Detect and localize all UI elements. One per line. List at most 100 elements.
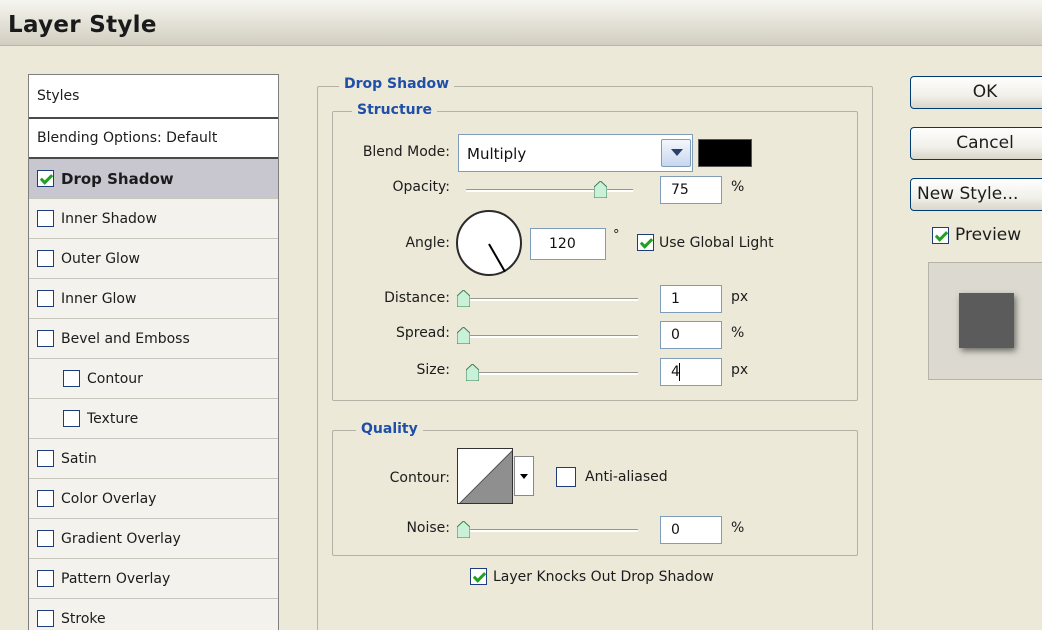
style-item-label: Satin: [61, 450, 97, 467]
style-item-label: Outer Glow: [61, 250, 140, 267]
title-bar: Layer Style: [0, 0, 1042, 46]
distance-slider-track[interactable]: [460, 298, 638, 301]
shadow-color-swatch[interactable]: [698, 139, 752, 167]
opacity-slider-track[interactable]: [466, 189, 633, 192]
style-item-label: Color Overlay: [61, 490, 157, 507]
opacity-input[interactable]: 75: [660, 176, 722, 204]
styles-header-label: Styles: [37, 88, 80, 104]
anti-aliased-label: Anti-aliased: [585, 469, 668, 485]
size-input[interactable]: 4: [660, 358, 722, 386]
style-item-checkbox[interactable]: [37, 170, 54, 187]
style-item-label: Stroke: [61, 610, 106, 627]
blend-mode-label: Blend Mode:: [362, 144, 450, 160]
style-item-pattern-overlay[interactable]: Pattern Overlay: [29, 559, 278, 599]
style-item-label: Gradient Overlay: [61, 530, 181, 547]
style-item-color-overlay[interactable]: Color Overlay: [29, 479, 278, 519]
blending-options-label: Blending Options: Default: [37, 130, 218, 146]
noise-unit: %: [731, 520, 745, 536]
distance-input[interactable]: 1: [660, 285, 722, 313]
use-global-light-toggle[interactable]: Use Global Light: [637, 234, 774, 251]
preview-swatch: [959, 293, 1014, 348]
style-item-texture[interactable]: Texture: [29, 399, 278, 439]
contour-dropdown-button[interactable]: [514, 456, 534, 496]
angle-input[interactable]: 120: [530, 228, 606, 260]
style-item-bevel-and-emboss[interactable]: Bevel and Emboss: [29, 319, 278, 359]
style-item-inner-glow[interactable]: Inner Glow: [29, 279, 278, 319]
style-preview-area: [928, 262, 1042, 380]
noise-input[interactable]: 0: [660, 516, 722, 544]
cancel-button[interactable]: Cancel: [910, 127, 1042, 160]
knockout-checkbox[interactable]: [470, 568, 487, 585]
preview-label: Preview: [955, 225, 1022, 245]
style-item-label: Pattern Overlay: [61, 570, 171, 587]
structure-title: Structure: [352, 102, 438, 118]
text-caret: [679, 363, 680, 381]
style-item-checkbox[interactable]: [37, 330, 54, 347]
style-item-checkbox[interactable]: [37, 610, 54, 627]
style-item-label: Drop Shadow: [61, 169, 174, 188]
opacity-value: 75: [671, 182, 689, 198]
spread-label: Spread:: [395, 325, 450, 341]
contour-label: Contour:: [389, 470, 450, 486]
anti-aliased-toggle[interactable]: Anti-aliased: [556, 467, 668, 487]
style-item-drop-shadow[interactable]: Drop Shadow: [29, 159, 278, 199]
angle-unit: °: [613, 228, 620, 243]
blend-mode-value: Multiply: [467, 145, 527, 163]
size-slider-track[interactable]: [466, 372, 638, 375]
size-unit: px: [731, 362, 749, 378]
quality-group: [332, 430, 858, 556]
blend-mode-select[interactable]: Multiply: [458, 134, 693, 172]
use-global-light-label: Use Global Light: [659, 234, 774, 251]
contour-curve-icon: [459, 450, 512, 503]
styles-header[interactable]: Styles: [29, 75, 278, 119]
style-item-checkbox[interactable]: [37, 290, 54, 307]
contour-picker[interactable]: [457, 448, 513, 504]
new-style-button[interactable]: New Style...: [910, 178, 1042, 211]
opacity-label: Opacity:: [392, 179, 450, 195]
preview-toggle[interactable]: Preview: [932, 225, 1021, 245]
style-item-contour[interactable]: Contour: [29, 359, 278, 399]
noise-value: 0: [671, 522, 680, 538]
style-item-checkbox[interactable]: [37, 570, 54, 587]
style-item-outer-glow[interactable]: Outer Glow: [29, 239, 278, 279]
anti-aliased-checkbox[interactable]: [556, 467, 576, 487]
style-item-label: Inner Glow: [61, 290, 137, 307]
use-global-light-checkbox[interactable]: [637, 234, 654, 251]
distance-slider-thumb[interactable]: [457, 290, 470, 307]
spread-value: 0: [671, 327, 680, 343]
angle-dial-needle: [488, 243, 506, 273]
distance-label: Distance:: [384, 290, 450, 306]
style-item-satin[interactable]: Satin: [29, 439, 278, 479]
style-item-checkbox[interactable]: [37, 210, 54, 227]
styles-list: Styles Blending Options: Default Drop Sh…: [28, 74, 279, 630]
style-item-checkbox[interactable]: [37, 530, 54, 547]
drop-shadow-title: Drop Shadow: [339, 76, 455, 92]
noise-slider-track[interactable]: [460, 529, 638, 532]
opacity-unit: %: [731, 179, 745, 195]
style-item-checkbox[interactable]: [37, 250, 54, 267]
spread-slider-track[interactable]: [460, 335, 638, 338]
angle-value: 120: [549, 236, 576, 252]
style-item-inner-shadow[interactable]: Inner Shadow: [29, 199, 278, 239]
noise-slider-thumb[interactable]: [457, 521, 470, 538]
style-item-checkbox[interactable]: [37, 450, 54, 467]
size-label: Size:: [416, 362, 450, 378]
blending-options-item[interactable]: Blending Options: Default: [29, 119, 278, 159]
style-item-checkbox[interactable]: [63, 410, 80, 427]
quality-title: Quality: [356, 421, 423, 437]
blend-mode-dropdown-button[interactable]: [661, 139, 691, 167]
knockout-label: Layer Knocks Out Drop Shadow: [493, 568, 714, 585]
style-item-checkbox[interactable]: [37, 490, 54, 507]
spread-slider-thumb[interactable]: [457, 327, 470, 344]
angle-dial[interactable]: [456, 210, 522, 276]
style-item-checkbox[interactable]: [63, 370, 80, 387]
ok-button[interactable]: OK: [910, 76, 1042, 109]
style-item-label: Inner Shadow: [61, 210, 157, 227]
style-item-stroke[interactable]: Stroke: [29, 599, 278, 630]
style-item-gradient-overlay[interactable]: Gradient Overlay: [29, 519, 278, 559]
preview-checkbox[interactable]: [932, 226, 949, 244]
size-slider-thumb[interactable]: [466, 364, 479, 381]
spread-input[interactable]: 0: [660, 321, 722, 349]
knockout-toggle[interactable]: Layer Knocks Out Drop Shadow: [470, 568, 714, 585]
opacity-slider-thumb[interactable]: [594, 181, 607, 198]
